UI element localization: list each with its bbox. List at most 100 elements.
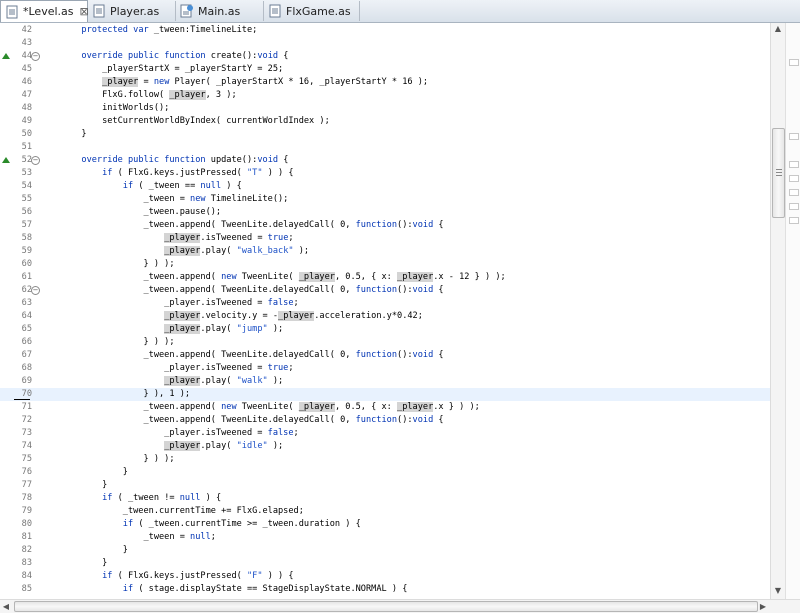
code-line[interactable]: 52− override public function update():vo… [0, 154, 770, 167]
code-text[interactable]: _player.isTweened = false; [40, 427, 299, 440]
vertical-scrollbar[interactable]: ▲ ▼ [770, 23, 785, 599]
code-text[interactable]: if ( FlxG.keys.justPressed( "F" ) ) { [40, 570, 293, 583]
code-text[interactable]: if ( stage.displayState == StageDisplayS… [40, 583, 408, 596]
code-line[interactable]: 60 } ) ); [0, 258, 770, 271]
code-text[interactable]: _player.play( "walk" ); [40, 375, 283, 388]
overview-marker[interactable] [789, 203, 799, 210]
code-text[interactable]: } [40, 557, 107, 570]
code-text[interactable]: if ( _tween == null ) { [40, 180, 242, 193]
code-text[interactable]: _playerStartX = _playerStartY = 25; [40, 63, 283, 76]
code-line[interactable]: 76 } [0, 466, 770, 479]
code-text[interactable]: if ( _tween.currentTime >= _tween.durati… [40, 518, 361, 531]
tab-flxgameas[interactable]: FlxGame.as [264, 1, 360, 21]
code-line[interactable]: 65 _player.play( "jump" ); [0, 323, 770, 336]
code-text[interactable]: if ( _tween != null ) { [40, 492, 221, 505]
code-line[interactable]: 49 setCurrentWorldByIndex( currentWorldI… [0, 115, 770, 128]
code-text[interactable]: _player = new Player( _playerStartX * 16… [40, 76, 428, 89]
code-line[interactable]: 85 if ( stage.displayState == StageDispl… [0, 583, 770, 596]
code-line[interactable]: 80 if ( _tween.currentTime >= _tween.dur… [0, 518, 770, 531]
code-text[interactable]: _tween = new TimelineLite(); [40, 193, 288, 206]
code-line[interactable]: 58 _player.isTweened = true; [0, 232, 770, 245]
scroll-down-arrow-icon[interactable]: ▼ [771, 585, 785, 597]
fold-toggle-icon[interactable]: − [31, 286, 40, 295]
code-text[interactable]: _tween.append( TweenLite.delayedCall( 0,… [40, 284, 443, 297]
override-marker-icon[interactable] [2, 53, 10, 59]
code-line[interactable]: 77 } [0, 479, 770, 492]
overview-marker[interactable] [789, 217, 799, 224]
code-line[interactable]: 74 _player.play( "idle" ); [0, 440, 770, 453]
code-line[interactable]: 42 protected var _tween:TimelineLite; [0, 24, 770, 37]
overview-marker[interactable] [789, 161, 799, 168]
override-marker-icon[interactable] [2, 157, 10, 163]
code-text[interactable]: _tween.append( TweenLite.delayedCall( 0,… [40, 349, 443, 362]
code-line[interactable]: 54 if ( _tween == null ) { [0, 180, 770, 193]
horizontal-scroll-thumb[interactable] [14, 601, 758, 612]
code-text[interactable]: _player.velocity.y = -_player.accelerati… [40, 310, 423, 323]
code-text[interactable]: } [40, 544, 128, 557]
code-text[interactable]: _player.isTweened = true; [40, 232, 294, 245]
scroll-right-arrow-icon[interactable]: ▶ [757, 600, 769, 613]
code-text[interactable]: _tween.append( TweenLite.delayedCall( 0,… [40, 414, 443, 427]
code-text[interactable]: override public function update():void { [40, 154, 288, 167]
tab-playeras[interactable]: Player.as [88, 1, 176, 21]
code-line[interactable]: 64 _player.velocity.y = -_player.acceler… [0, 310, 770, 323]
code-line[interactable]: 47 FlxG.follow( _player, 3 ); [0, 89, 770, 102]
code-line[interactable]: 46 _player = new Player( _playerStartX *… [0, 76, 770, 89]
code-line[interactable]: 72 _tween.append( TweenLite.delayedCall(… [0, 414, 770, 427]
overview-marker[interactable] [789, 189, 799, 196]
code-text[interactable]: _tween.append( new TweenLite( _player, 0… [40, 271, 506, 284]
code-text[interactable]: _player.play( "walk_back" ); [40, 245, 309, 258]
code-line[interactable]: 69 _player.play( "walk" ); [0, 375, 770, 388]
code-line[interactable]: 45 _playerStartX = _playerStartY = 25; [0, 63, 770, 76]
code-line[interactable]: 66 } ) ); [0, 336, 770, 349]
code-line[interactable]: 59 _player.play( "walk_back" ); [0, 245, 770, 258]
scroll-up-arrow-icon[interactable]: ▲ [771, 23, 785, 35]
code-line[interactable]: 68 _player.isTweened = true; [0, 362, 770, 375]
code-text[interactable]: initWorlds(); [40, 102, 169, 115]
code-line[interactable]: 50 } [0, 128, 770, 141]
code-text[interactable]: } ), 1 ); [40, 388, 190, 401]
code-line[interactable]: 51 [0, 141, 770, 154]
code-text[interactable]: } [40, 479, 107, 492]
scroll-left-arrow-icon[interactable]: ◀ [0, 600, 12, 613]
code-line[interactable]: 63 _player.isTweened = false; [0, 297, 770, 310]
code-line[interactable]: 57 _tween.append( TweenLite.delayedCall(… [0, 219, 770, 232]
code-text[interactable]: _tween.append( TweenLite.delayedCall( 0,… [40, 219, 443, 232]
code-text[interactable]: } [40, 128, 86, 141]
code-line[interactable]: 53 if ( FlxG.keys.justPressed( "T" ) ) { [0, 167, 770, 180]
fold-toggle-icon[interactable]: − [31, 156, 40, 165]
code-line[interactable]: 67 _tween.append( TweenLite.delayedCall(… [0, 349, 770, 362]
code-line[interactable]: 75 } ) ); [0, 453, 770, 466]
code-line[interactable]: 82 } [0, 544, 770, 557]
code-text[interactable]: _tween.currentTime += FlxG.elapsed; [40, 505, 304, 518]
code-line[interactable]: 79 _tween.currentTime += FlxG.elapsed; [0, 505, 770, 518]
code-text[interactable]: } [40, 466, 128, 479]
code-line[interactable]: 70 } ), 1 ); [0, 388, 770, 401]
code-text[interactable]: override public function create():void { [40, 50, 288, 63]
code-line[interactable]: 81 _tween = null; [0, 531, 770, 544]
code-text[interactable]: _player.isTweened = false; [40, 297, 299, 310]
overview-marker[interactable] [789, 175, 799, 182]
code-text[interactable]: _player.play( "jump" ); [40, 323, 283, 336]
overview-marker[interactable] [789, 59, 799, 66]
tab-mainas[interactable]: Main.as [176, 1, 264, 21]
tab-levelas[interactable]: *Level.as ⊠ [0, 0, 89, 22]
code-text[interactable]: _tween.append( new TweenLite( _player, 0… [40, 401, 480, 414]
overview-marker[interactable] [789, 133, 799, 140]
code-line[interactable]: 78 if ( _tween != null ) { [0, 492, 770, 505]
code-line[interactable]: 62− _tween.append( TweenLite.delayedCall… [0, 284, 770, 297]
fold-toggle-icon[interactable]: − [31, 52, 40, 61]
code-text[interactable]: _player.play( "idle" ); [40, 440, 283, 453]
code-line[interactable]: 44− override public function create():vo… [0, 50, 770, 63]
code-text[interactable]: } ) ); [40, 258, 174, 271]
code-line[interactable]: 61 _tween.append( new TweenLite( _player… [0, 271, 770, 284]
code-text[interactable]: } ) ); [40, 336, 174, 349]
code-text[interactable]: _tween = null; [40, 531, 215, 544]
horizontal-scrollbar[interactable]: ◀ ▶ [0, 599, 770, 613]
code-line[interactable]: 71 _tween.append( new TweenLite( _player… [0, 401, 770, 414]
code-text[interactable]: } ) ); [40, 453, 174, 466]
code-line[interactable]: 73 _player.isTweened = false; [0, 427, 770, 440]
code-line[interactable]: 48 initWorlds(); [0, 102, 770, 115]
code-line[interactable]: 84 if ( FlxG.keys.justPressed( "F" ) ) { [0, 570, 770, 583]
code-text[interactable]: FlxG.follow( _player, 3 ); [40, 89, 237, 102]
